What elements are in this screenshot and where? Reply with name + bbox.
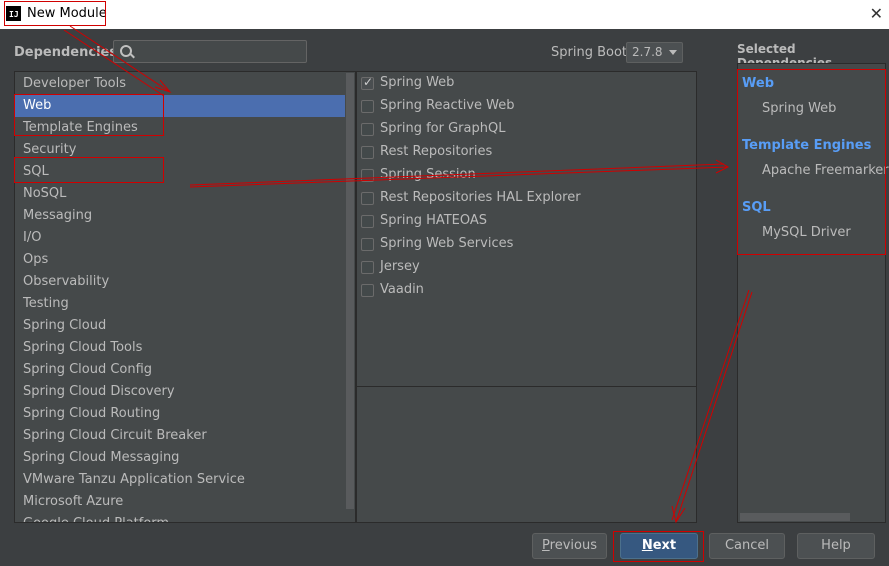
dependency-checkbox[interactable] bbox=[361, 192, 374, 205]
description-divider bbox=[357, 386, 696, 387]
dependency-item[interactable]: Rest Repositories bbox=[359, 142, 689, 164]
dependency-label: Jersey bbox=[380, 259, 420, 274]
dependency-label: Spring Web bbox=[380, 75, 455, 90]
next-button[interactable]: Next bbox=[620, 533, 698, 559]
selected-section-title: Template Engines bbox=[742, 138, 872, 153]
dependency-label: Spring HATEOAS bbox=[380, 213, 488, 228]
selected-section-title: SQL bbox=[742, 200, 771, 215]
dependency-label: Spring for GraphQL bbox=[380, 121, 506, 136]
search-icon bbox=[120, 45, 132, 57]
category-item[interactable]: Spring Cloud Circuit Breaker bbox=[15, 425, 345, 447]
category-item[interactable]: VMware Tanzu Application Service bbox=[15, 469, 345, 491]
category-item[interactable]: Spring Cloud Messaging bbox=[15, 447, 345, 469]
dependency-checkbox[interactable]: ✓ bbox=[361, 75, 374, 90]
selected-dependencies-panel bbox=[737, 63, 886, 523]
dependency-checkbox[interactable] bbox=[361, 284, 374, 297]
window-title: New Module bbox=[27, 6, 107, 21]
cancel-button[interactable]: Cancel bbox=[709, 533, 785, 559]
spring-boot-version-value: 2.7.8 bbox=[632, 45, 663, 59]
chevron-down-icon bbox=[669, 50, 677, 55]
intellij-app-icon: IJ bbox=[6, 6, 21, 21]
category-item[interactable]: Template Engines bbox=[15, 117, 345, 139]
category-item[interactable]: Microsoft Azure bbox=[15, 491, 345, 513]
category-item[interactable]: NoSQL bbox=[15, 183, 345, 205]
dependency-checkbox[interactable] bbox=[361, 100, 374, 113]
dependency-label: Spring Session bbox=[380, 167, 476, 182]
title-bar: IJ New Module ✕ bbox=[0, 0, 889, 29]
dependency-label: Spring Web Services bbox=[380, 236, 514, 251]
dependency-item[interactable]: Vaadin bbox=[359, 280, 689, 302]
category-item[interactable]: Testing bbox=[15, 293, 345, 315]
help-button[interactable]: Help bbox=[797, 533, 875, 559]
search-input[interactable] bbox=[138, 43, 302, 62]
category-item[interactable]: Messaging bbox=[15, 205, 345, 227]
category-item[interactable]: Spring Cloud Routing bbox=[15, 403, 345, 425]
search-box[interactable] bbox=[113, 40, 307, 63]
category-item[interactable]: Spring Cloud Tools bbox=[15, 337, 345, 359]
dependency-item[interactable]: Spring Web Services bbox=[359, 234, 689, 256]
category-item[interactable]: Security bbox=[15, 139, 345, 161]
dependencies-list[interactable]: ✓ Spring Web Spring Reactive Web Spring for… bbox=[356, 71, 697, 523]
dependency-item[interactable]: ✓ Spring Web bbox=[359, 73, 689, 95]
category-item[interactable]: Spring Cloud Discovery bbox=[15, 381, 345, 403]
dependency-checkbox[interactable] bbox=[361, 238, 374, 251]
categories-scrollbar[interactable] bbox=[346, 73, 354, 509]
dependency-item[interactable]: Spring for GraphQL bbox=[359, 119, 689, 141]
selected-horizontal-scrollbar[interactable] bbox=[740, 513, 850, 521]
category-item[interactable]: Spring Cloud Config bbox=[15, 359, 345, 381]
checkmark-icon: ✓ bbox=[363, 75, 374, 89]
spring-boot-version-select[interactable]: 2.7.8 bbox=[626, 42, 683, 63]
dependency-item[interactable]: Rest Repositories HAL Explorer bbox=[359, 188, 689, 210]
dependencies-label: Dependencies bbox=[14, 45, 118, 60]
dependency-checkbox[interactable] bbox=[361, 215, 374, 228]
category-item[interactable]: Spring Cloud bbox=[15, 315, 345, 337]
category-item[interactable]: Web bbox=[15, 95, 345, 117]
dependency-item[interactable]: Spring Session bbox=[359, 165, 689, 187]
dependency-label: Rest Repositories bbox=[380, 144, 493, 159]
selected-dependency-item[interactable]: MySQL Driver bbox=[762, 225, 851, 240]
previous-button[interactable]: Previous bbox=[532, 533, 607, 559]
selected-dependency-item[interactable]: Apache Freemarker bbox=[762, 163, 889, 178]
selected-section-title: Web bbox=[742, 76, 774, 91]
category-item[interactable]: Observability bbox=[15, 271, 345, 293]
spring-boot-label: Spring Boot bbox=[551, 45, 628, 60]
dependency-checkbox[interactable] bbox=[361, 261, 374, 274]
close-icon[interactable]: ✕ bbox=[870, 4, 883, 23]
category-item[interactable]: Developer Tools bbox=[15, 73, 345, 95]
dependency-checkbox[interactable] bbox=[361, 123, 374, 136]
dependency-checkbox[interactable] bbox=[361, 146, 374, 159]
dependency-item[interactable]: Spring HATEOAS bbox=[359, 211, 689, 233]
dependency-label: Vaadin bbox=[380, 282, 424, 297]
dependency-checkbox[interactable] bbox=[361, 169, 374, 182]
categories-list[interactable]: Developer Tools Web Template Engines Securi… bbox=[14, 71, 356, 523]
category-item[interactable]: SQL bbox=[15, 161, 345, 183]
category-item[interactable]: I/O bbox=[15, 227, 345, 249]
dependency-item[interactable]: Spring Reactive Web bbox=[359, 96, 689, 118]
dependency-label: Spring Reactive Web bbox=[380, 98, 515, 113]
dependency-label: Rest Repositories HAL Explorer bbox=[380, 190, 581, 205]
dependency-item[interactable]: Jersey bbox=[359, 257, 689, 279]
selected-dependency-item[interactable]: Spring Web bbox=[762, 101, 836, 116]
category-item[interactable]: Google Cloud Platform bbox=[15, 513, 345, 522]
category-item[interactable]: Ops bbox=[15, 249, 345, 271]
